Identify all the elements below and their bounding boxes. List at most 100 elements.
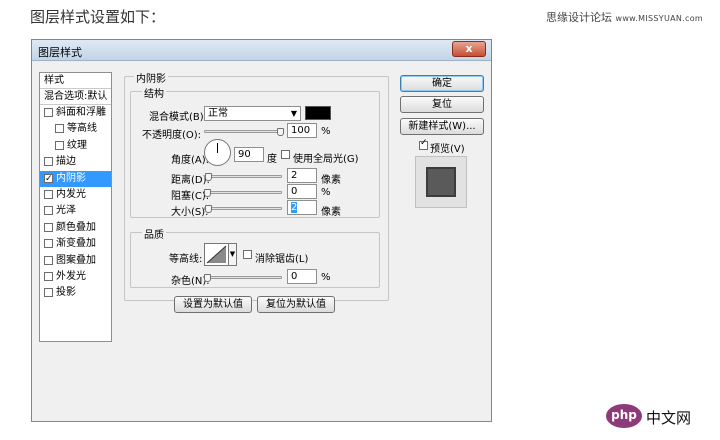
size-slider-thumb[interactable] [205, 205, 212, 213]
opacity-label: 不透明度(O): [142, 130, 202, 141]
structure-title: 结构 [142, 85, 166, 100]
page-heading: 图层样式设置如下： [30, 8, 166, 26]
anti-alias-label: 消除锯齿(L) [255, 254, 309, 265]
style-item-label: 内发光 [56, 189, 86, 200]
style-item-checkbox[interactable] [44, 171, 53, 187]
distance-input[interactable]: 2 [287, 168, 317, 183]
style-item-checkbox[interactable] [44, 108, 53, 117]
size-input[interactable]: 2 [287, 200, 317, 215]
dialog-title: 图层样式 [38, 46, 82, 59]
php-logo-text: php [606, 404, 642, 428]
angle-dial-needle [217, 143, 218, 153]
style-list-header: 样式 [40, 73, 111, 89]
quality-title: 品质 [142, 226, 166, 241]
style-item-checkbox[interactable] [44, 239, 53, 249]
style-list-item[interactable]: 颜色叠加 [40, 220, 111, 236]
style-list-item[interactable]: 内阴影 [40, 170, 111, 187]
preview-thumbnail [415, 156, 467, 208]
style-item-label: 颜色叠加 [56, 221, 96, 233]
style-list-item[interactable]: 斜面和浮雕 [40, 105, 111, 121]
distance-unit: 像素 [321, 175, 341, 186]
preview-checkbox[interactable] [419, 138, 428, 150]
style-item-label: 图案叠加 [56, 254, 96, 266]
style-list-item[interactable]: 渐变叠加 [40, 236, 111, 252]
style-item-label: 渐变叠加 [56, 238, 96, 250]
close-button[interactable]: x [452, 41, 486, 57]
site-credit: 思缘设计论坛 www.MISSYUAN.com [546, 9, 703, 25]
reset-default-button[interactable]: 复位为默认值 [257, 296, 335, 313]
style-item-checkbox[interactable] [44, 272, 53, 281]
style-item-label: 光泽 [56, 205, 76, 217]
choke-unit: % [321, 187, 331, 198]
opacity-slider-thumb[interactable] [277, 128, 284, 136]
blend-mode-select[interactable]: 正常 ▼ [204, 106, 301, 121]
style-item-label: 内阴影 [56, 172, 86, 184]
shadow-color-swatch[interactable] [305, 106, 331, 120]
preview-swatch [426, 167, 456, 197]
opacity-input[interactable]: 100 [287, 123, 317, 138]
style-item-checkbox[interactable] [44, 190, 53, 199]
distance-slider-track[interactable] [204, 175, 282, 178]
opacity-unit: % [321, 126, 331, 137]
style-item-checkbox[interactable] [44, 222, 53, 232]
style-list-item[interactable]: 图案叠加 [40, 253, 111, 269]
global-light-checkbox[interactable] [281, 150, 290, 159]
choke-slider-track[interactable] [204, 191, 282, 194]
style-list-item[interactable]: 外发光 [40, 269, 111, 285]
php-logo-site: 中文网 [646, 409, 692, 427]
size-unit: 像素 [321, 207, 341, 218]
anti-alias-checkbox[interactable] [243, 250, 252, 259]
size-slider-track[interactable] [204, 207, 282, 210]
contour-linear-icon [206, 245, 227, 264]
style-item-checkbox[interactable] [44, 206, 53, 216]
contour-preview[interactable] [204, 243, 229, 266]
angle-unit: 度 [267, 154, 277, 165]
style-item-checkbox[interactable] [44, 288, 53, 298]
style-list-item[interactable]: 光泽 [40, 203, 111, 219]
style-list-item[interactable]: 等高线 [40, 121, 111, 137]
distance-slider-thumb[interactable] [205, 173, 212, 181]
blend-mode-value: 正常 [208, 108, 228, 119]
style-item-label: 投影 [56, 287, 76, 299]
noise-slider-thumb[interactable] [204, 274, 211, 282]
contour-dropdown-button[interactable]: ▼ [229, 243, 237, 266]
style-list: 样式 混合选项:默认 斜面和浮雕等高线纹理描边内阴影内发光光泽颜色叠加渐变叠加图… [39, 72, 112, 342]
site-credit-url: www.MISSYUAN.com [615, 14, 703, 23]
preview-label: 预览(V) [430, 144, 465, 155]
noise-slider-track[interactable] [204, 276, 282, 279]
style-list-item[interactable]: 纹理 [40, 138, 111, 154]
choke-input[interactable]: 0 [287, 184, 317, 199]
angle-dial[interactable] [204, 139, 231, 166]
set-default-button[interactable]: 设置为默认值 [174, 296, 252, 313]
angle-input[interactable]: 90 [234, 147, 264, 162]
style-item-checkbox[interactable] [55, 124, 64, 134]
style-item-checkbox[interactable] [55, 140, 64, 150]
style-list-item[interactable]: 内发光 [40, 187, 111, 203]
contour-label: 等高线: [169, 254, 203, 265]
style-item-checkbox[interactable] [44, 255, 53, 265]
reset-button[interactable]: 复位 [400, 96, 484, 113]
noise-input[interactable]: 0 [287, 269, 317, 284]
size-label: 大小(S): [171, 207, 209, 218]
ok-button[interactable]: 确定 [400, 75, 484, 92]
style-item-label: 斜面和浮雕 [56, 107, 106, 118]
php-watermark-logo: php 中文网 [606, 402, 706, 432]
opacity-slider-track[interactable] [204, 130, 282, 133]
dialog-titlebar: 图层样式 x [32, 40, 491, 61]
style-item-checkbox[interactable] [44, 157, 53, 167]
blending-options-item[interactable]: 混合选项:默认 [40, 89, 111, 105]
size-input-value: 2 [291, 202, 298, 213]
style-item-label: 描边 [56, 156, 76, 168]
blend-mode-label: 混合模式(B): [149, 112, 208, 123]
chevron-down-icon: ▼ [290, 109, 297, 118]
global-light-label: 使用全局光(G) [293, 154, 359, 165]
style-list-item[interactable]: 描边 [40, 154, 111, 170]
choke-slider-thumb[interactable] [204, 189, 211, 197]
style-list-item[interactable]: 投影 [40, 285, 111, 301]
layer-style-dialog: 图层样式 x 样式 混合选项:默认 斜面和浮雕等高线纹理描边内阴影内发光光泽颜色… [31, 39, 492, 422]
site-credit-name: 思缘设计论坛 [546, 11, 612, 24]
new-style-button[interactable]: 新建样式(W)... [400, 118, 484, 135]
dialog-client-area: 样式 混合选项:默认 斜面和浮雕等高线纹理描边内阴影内发光光泽颜色叠加渐变叠加图… [32, 62, 491, 421]
inner-shadow-title: 内阴影 [134, 70, 168, 85]
style-item-label: 等高线 [67, 123, 97, 135]
